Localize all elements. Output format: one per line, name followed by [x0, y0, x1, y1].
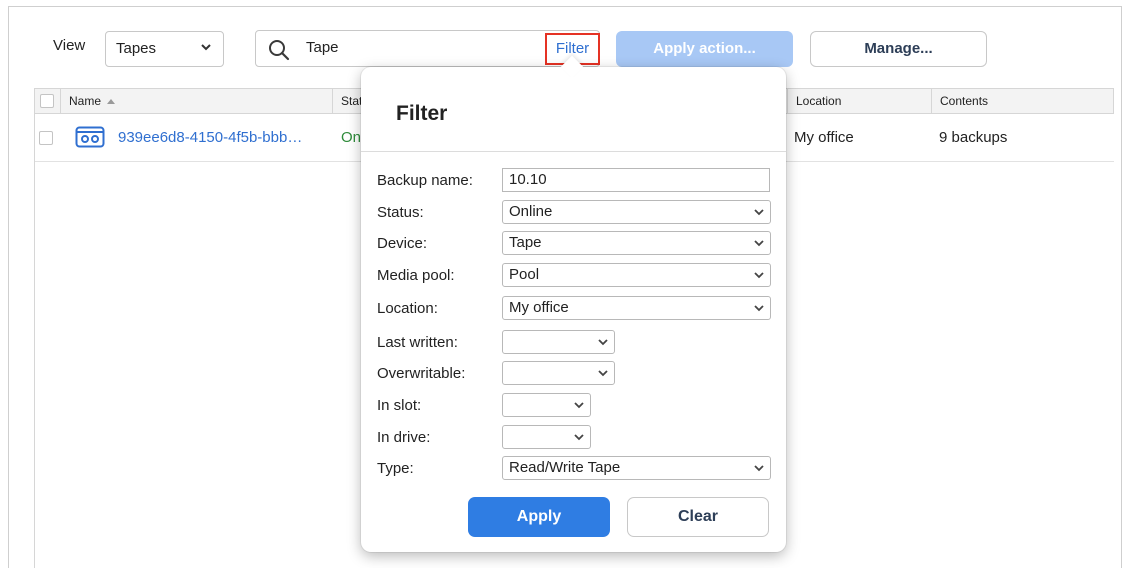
table-border	[34, 88, 35, 568]
in-slot-label: In slot:	[377, 397, 422, 414]
row-contents: 9 backups	[939, 129, 1008, 146]
row-status: On	[341, 129, 362, 146]
overwritable-label: Overwritable:	[377, 365, 466, 382]
column-header-location[interactable]: Location	[787, 89, 932, 113]
apply-action-button[interactable]: Apply action...	[616, 31, 793, 67]
row-name-link[interactable]: 939ee6d8-4150-4f5b-bbb…	[118, 129, 302, 146]
status-select-value: Online	[509, 203, 553, 220]
apply-button[interactable]: Apply	[468, 497, 610, 537]
last-written-select[interactable]	[502, 330, 615, 354]
media-pool-select-value: Pool	[509, 266, 540, 283]
chevron-down-icon	[754, 465, 764, 472]
column-header-contents-label: Contents	[940, 94, 989, 108]
column-header-name-label: Name	[69, 94, 102, 108]
column-header-contents[interactable]: Contents	[932, 89, 1113, 113]
chevron-down-icon	[201, 44, 211, 51]
status-label: Status:	[377, 204, 424, 221]
select-all-checkbox[interactable]	[40, 94, 54, 108]
chevron-down-icon	[754, 272, 764, 279]
backup-name-field[interactable]: 10.10	[502, 168, 770, 192]
chevron-down-icon	[598, 339, 608, 346]
column-header-location-label: Location	[796, 94, 842, 108]
type-select[interactable]: Read/Write Tape	[502, 456, 771, 480]
type-label: Type:	[377, 460, 414, 477]
chevron-down-icon	[754, 209, 764, 216]
tape-icon	[75, 126, 105, 148]
last-written-label: Last written:	[377, 334, 458, 351]
in-drive-select[interactable]	[502, 425, 591, 449]
search-box[interactable]: Tape × Filter	[255, 30, 600, 67]
chevron-down-icon	[574, 402, 584, 409]
type-select-value: Read/Write Tape	[509, 459, 621, 476]
backup-name-label: Backup name:	[377, 172, 473, 189]
in-slot-select[interactable]	[502, 393, 591, 417]
column-header-name[interactable]: Name	[61, 89, 333, 113]
chevron-down-icon	[754, 240, 764, 247]
view-select[interactable]: Tapes	[105, 31, 224, 67]
media-pool-label: Media pool:	[377, 267, 455, 284]
sort-ascending-icon	[107, 99, 116, 105]
chevron-down-icon	[754, 305, 764, 312]
chevron-down-icon	[574, 434, 584, 441]
chevron-down-icon	[598, 370, 608, 377]
device-select[interactable]: Tape	[502, 231, 771, 255]
row-location: My office	[794, 129, 854, 146]
filter-title: Filter	[396, 102, 448, 125]
search-icon	[269, 40, 290, 61]
location-label: Location:	[377, 300, 438, 317]
header-select-cell	[35, 89, 61, 113]
media-pool-select[interactable]: Pool	[502, 263, 771, 287]
device-select-value: Tape	[509, 234, 542, 251]
location-select[interactable]: My office	[502, 296, 771, 320]
device-label: Device:	[377, 235, 428, 252]
view-label: View	[53, 37, 86, 54]
divider	[361, 151, 786, 152]
in-drive-label: In drive:	[377, 429, 431, 446]
column-header-status-label: Stat	[341, 94, 363, 108]
location-select-value: My office	[509, 299, 569, 316]
status-select[interactable]: Online	[502, 200, 771, 224]
clear-button[interactable]: Clear	[627, 497, 769, 537]
overwritable-select[interactable]	[502, 361, 615, 385]
manage-button[interactable]: Manage...	[810, 31, 987, 67]
search-input[interactable]: Tape	[306, 39, 339, 56]
row-checkbox[interactable]	[39, 131, 53, 145]
view-select-value: Tapes	[116, 40, 157, 57]
filter-popover: Filter Backup name: 10.10 Status: Online…	[361, 55, 786, 552]
